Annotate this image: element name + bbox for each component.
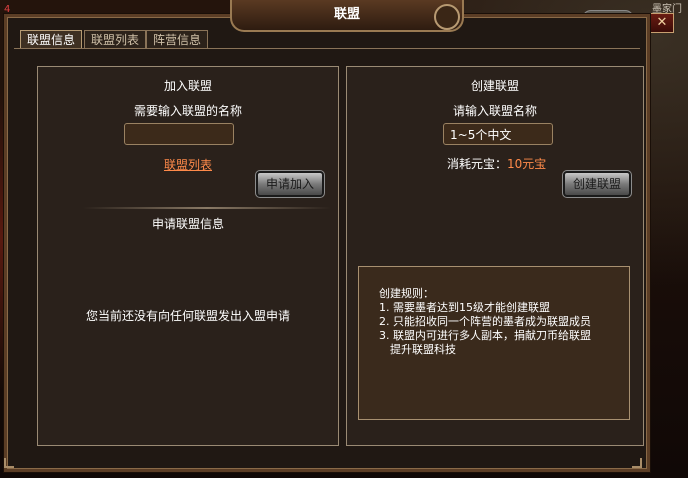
apply-join-button[interactable]: 申请加入 [255,170,325,198]
join-heading: 加入联盟 [163,79,212,93]
title-ornament-right-icon [434,4,460,30]
join-name-prompt: 需要输入联盟的名称 [133,104,242,118]
frame-corner-ornament [632,458,642,468]
rule-item: 2. 只能招收同一个阵营的墨者成为联盟成员 [379,315,591,328]
join-name-input[interactable] [124,123,234,145]
rule-item: 3. 联盟内可进行多人副本，捐献刀币给联盟 [379,329,591,342]
cost-row: 消耗元宝：10元宝 [447,155,546,172]
window-title: 联盟 [230,0,464,32]
alliance-list-link[interactable]: 联盟列表 [164,158,212,172]
create-name-prompt: 请输入联盟名称 [452,104,537,118]
join-alliance-panel: 加入联盟 需要输入联盟的名称 联盟列表 申请加入 申请联盟信息 您当前还没有向任… [37,66,339,446]
cost-label: 消耗元宝： [447,157,508,171]
frame-corner-ornament [4,458,14,468]
rules-title: 创建规则： [379,287,434,300]
tab-alliance-list[interactable]: 联盟列表 [84,30,147,49]
rule-item: 1. 需要墨者达到15级才能创建联盟 [379,301,550,314]
tab-alliance-info[interactable]: 联盟信息 [20,30,83,49]
close-icon[interactable]: ✕ [650,13,674,33]
create-alliance-button[interactable]: 创建联盟 [562,170,632,198]
tab-faction-info[interactable]: 阵营信息 [146,30,209,49]
rule-item: 提升联盟科技 [390,343,456,356]
create-heading: 创建联盟 [470,79,519,93]
tab-divider [14,48,640,49]
applications-empty-message: 您当前还没有向任何联盟发出入盟申请 [85,309,290,323]
section-divider [83,207,331,209]
applications-heading: 申请联盟信息 [151,217,224,231]
creation-rules-box: 创建规则： 1. 需要墨者达到15级才能创建联盟 2. 只能招收同一个阵营的墨者… [358,266,630,420]
create-name-input[interactable]: 1~5个中文 [443,123,553,145]
cost-value: 10元宝 [507,157,547,171]
